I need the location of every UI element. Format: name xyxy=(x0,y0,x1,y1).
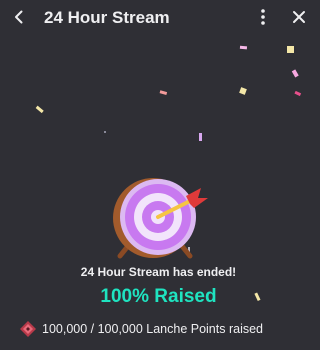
points-progress-text: 100,000 / 100,000 Lanche Points raised xyxy=(42,322,264,336)
goal-panel: 24 Hour Stream 24 Hour Stream has ended!… xyxy=(0,0,317,350)
target-with-arrow-icon xyxy=(113,178,208,259)
close-button[interactable] xyxy=(286,4,312,30)
vertical-dots-icon xyxy=(261,9,265,25)
channel-points-icon xyxy=(18,320,38,338)
panel-title: 24 Hour Stream xyxy=(44,8,170,27)
stream-ended-message: 24 Hour Stream has ended! xyxy=(80,265,237,279)
more-options-button[interactable] xyxy=(250,4,276,30)
points-summary: 100,000 / 100,000 Lanche Points raised xyxy=(18,320,263,338)
chevron-left-icon xyxy=(15,10,23,24)
raised-percentage: 100% Raised xyxy=(100,286,217,307)
back-button[interactable] xyxy=(6,4,32,30)
panel-header: 24 Hour Stream xyxy=(0,0,317,36)
close-icon xyxy=(293,11,305,23)
